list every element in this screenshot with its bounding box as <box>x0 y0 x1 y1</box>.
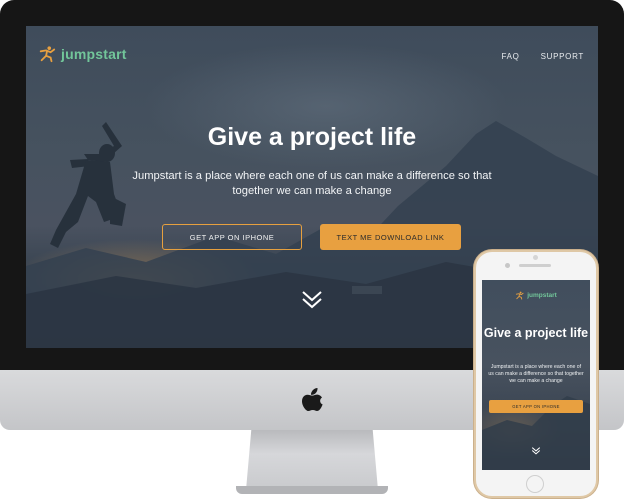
top-nav: FAQ SUPPORT <box>501 52 584 61</box>
home-button[interactable] <box>526 475 544 493</box>
hero-description: Jumpstart is a place where each one of u… <box>132 170 492 197</box>
mobile-get-app-button[interactable]: GET APP ON IPHONE <box>489 400 583 413</box>
jumping-figure-icon <box>39 46 56 63</box>
camera-icon <box>533 255 538 260</box>
jumping-figure-icon <box>516 291 524 300</box>
mobile-brand-name: jumpstart <box>527 292 557 299</box>
get-app-button[interactable]: GET APP ON IPHONE <box>162 224 302 250</box>
mobile-brand[interactable]: jumpstart <box>482 291 590 300</box>
nav-support[interactable]: SUPPORT <box>541 52 584 61</box>
phone-speaker <box>519 264 551 267</box>
mobile-hero-title: Give a project life <box>483 326 589 340</box>
brand[interactable]: jumpstart <box>38 45 127 63</box>
apple-logo-icon <box>302 388 323 411</box>
imac-stand <box>246 430 378 490</box>
brand-name: jumpstart <box>61 46 127 62</box>
nav-faq[interactable]: FAQ <box>501 52 519 61</box>
double-chevron-down-icon[interactable] <box>300 289 324 309</box>
iphone-device: jumpstart Give a project life Jumpstart … <box>474 250 598 498</box>
text-download-link-button[interactable]: TEXT ME DOWNLOAD LINK <box>320 224 461 250</box>
mobile-screen: jumpstart Give a project life Jumpstart … <box>482 280 590 470</box>
mobile-hero-description: Jumpstart is a place where each one of u… <box>488 364 584 384</box>
sensor-icon <box>505 263 510 268</box>
hero-title: Give a project life <box>207 123 417 151</box>
mobile-double-chevron-down-icon[interactable] <box>531 446 541 455</box>
imac-stand-base <box>236 486 388 494</box>
